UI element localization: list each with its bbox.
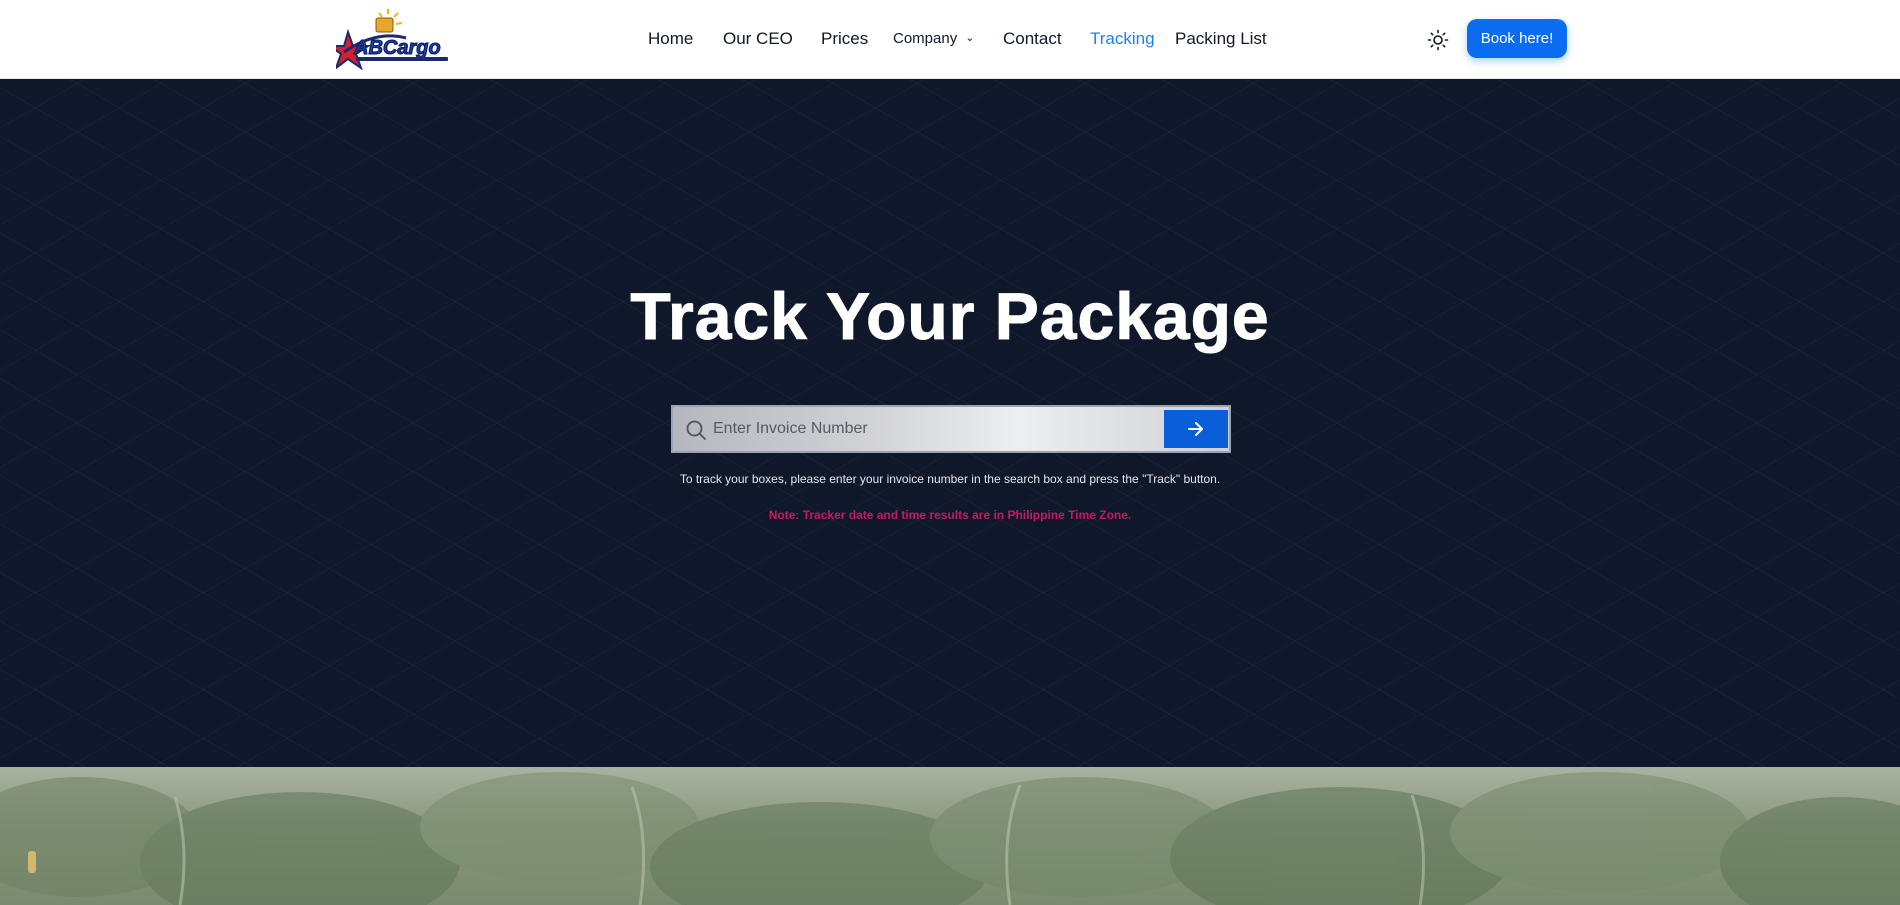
timezone-note: Note: Tracker date and time results are … (768, 508, 1132, 522)
theme-toggle[interactable] (1426, 28, 1450, 52)
logo-image: ABCargo (326, 9, 448, 71)
nav-tracking[interactable]: Tracking (1090, 0, 1155, 78)
track-button[interactable] (1164, 410, 1228, 448)
palm-trees-photo (0, 767, 1900, 905)
nav-company[interactable]: Company ⌄ (893, 0, 974, 78)
sun-icon (1427, 29, 1449, 51)
tracking-instructions: To track your boxes, please enter your i… (679, 472, 1221, 486)
nav-packing-list[interactable]: Packing List (1175, 0, 1267, 78)
tracking-hero: Track Your Package To track your boxes, … (0, 79, 1900, 767)
book-here-button[interactable]: Book here! (1467, 19, 1567, 58)
nav-home[interactable]: Home (648, 0, 693, 78)
svg-text:ABCargo: ABCargo (353, 37, 441, 59)
page-title: Track Your Package (630, 279, 1270, 354)
invoice-number-input[interactable] (713, 407, 1133, 451)
arrow-right-icon (1188, 422, 1203, 436)
search-icon (685, 419, 707, 441)
invoice-search-box (671, 405, 1231, 453)
nav-prices[interactable]: Prices (821, 0, 868, 78)
nav-company-label: Company (893, 30, 958, 47)
abcargo-logo[interactable]: ABCargo (326, 8, 456, 71)
chevron-down-icon: ⌄ (965, 32, 975, 45)
nav-our-ceo[interactable]: Our CEO (723, 0, 793, 78)
nav-contact[interactable]: Contact (1003, 0, 1062, 78)
site-header: ABCargo Home Our CEO Prices Company ⌄ Con… (0, 0, 1900, 79)
